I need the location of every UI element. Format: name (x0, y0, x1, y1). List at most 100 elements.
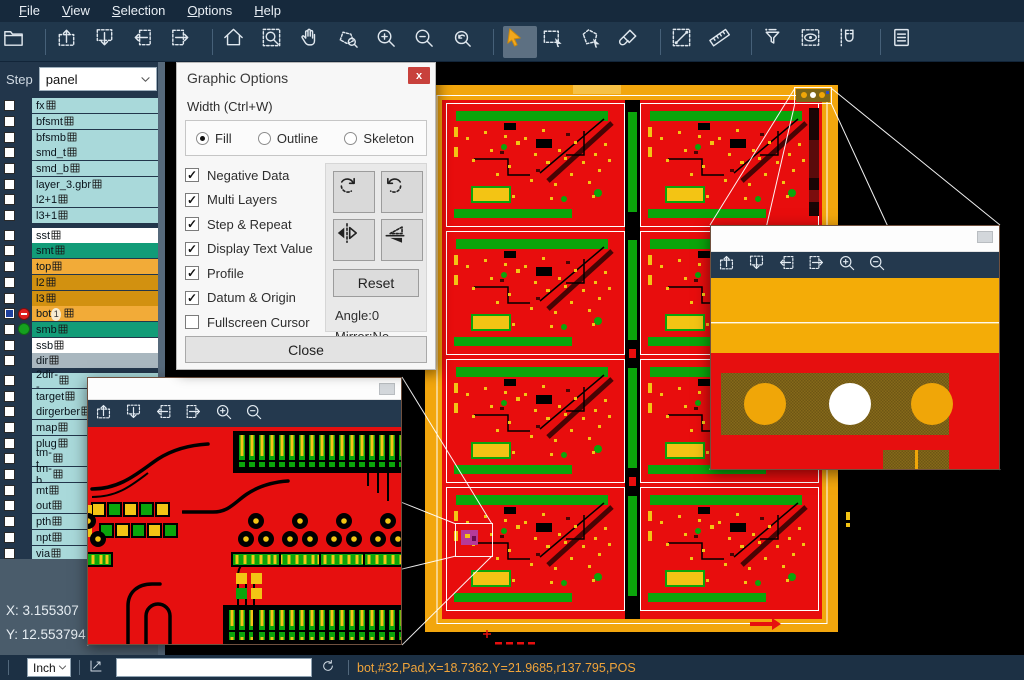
panel-down-button[interactable] (124, 402, 154, 426)
checkbox-option[interactable]: ✓ Negative Data (185, 163, 325, 188)
checkbox-option[interactable]: ✓ Step & Repeat (185, 212, 325, 237)
checkbox-box[interactable]: ✓ (185, 217, 199, 231)
layer-row[interactable]: ssb (0, 337, 165, 353)
layer-checkbox[interactable] (4, 355, 15, 366)
layer-label[interactable]: top (32, 259, 158, 274)
layer-checkbox[interactable] (4, 453, 15, 464)
layer-label[interactable]: dir (32, 353, 158, 368)
grid-icon[interactable] (45, 276, 156, 290)
checkbox-box[interactable]: ✓ (185, 242, 199, 256)
unit-select[interactable]: Inch (27, 658, 71, 677)
grid-icon[interactable] (57, 323, 156, 337)
menu-item[interactable]: View (51, 1, 101, 21)
command-input[interactable] (116, 658, 312, 677)
layer-row[interactable]: l3+1 (0, 208, 165, 224)
panel-right-button[interactable] (169, 26, 203, 58)
radio-option[interactable]: Fill (196, 131, 232, 146)
layer-checkbox[interactable] (4, 293, 15, 304)
layer-row[interactable]: smb (0, 322, 165, 338)
select-cursor-button[interactable] (503, 26, 537, 58)
select-polygon-button[interactable] (579, 26, 613, 58)
layer-checkbox[interactable] (4, 375, 15, 386)
grid-icon[interactable] (69, 162, 156, 176)
reset-button[interactable]: Reset (333, 269, 419, 297)
grid-icon[interactable] (45, 292, 156, 306)
layer-checkbox[interactable] (4, 340, 15, 351)
layer-checkbox[interactable] (4, 438, 15, 449)
grid-icon[interactable] (57, 209, 156, 223)
radio-circle[interactable] (258, 132, 271, 145)
layer-checkbox[interactable] (4, 324, 15, 335)
grid-icon[interactable] (66, 146, 156, 160)
layer-checkbox[interactable] (4, 485, 15, 496)
grid-icon[interactable] (51, 260, 156, 274)
mask-brush-button[interactable] (617, 26, 651, 58)
layer-checkbox[interactable] (4, 179, 15, 190)
radio-circle[interactable] (196, 132, 209, 145)
layer-label[interactable]: smb (32, 322, 158, 337)
layer-checkbox[interactable] (4, 308, 15, 319)
checkbox-box[interactable] (185, 315, 199, 329)
layer-checkbox[interactable] (4, 532, 15, 543)
zoom-popup-fiducial[interactable] (710, 225, 1000, 470)
zoom-out-button[interactable] (412, 26, 446, 58)
layer-checkbox[interactable] (4, 100, 15, 111)
ruler-button[interactable] (708, 26, 742, 58)
zoom-in-button[interactable] (214, 402, 244, 426)
panel-down-button[interactable] (93, 26, 127, 58)
checkbox-box[interactable]: ✓ (185, 266, 199, 280)
open-folder-button[interactable] (2, 26, 36, 58)
layer-checkbox[interactable] (4, 132, 15, 143)
grid-icon[interactable] (50, 229, 156, 243)
menu-item[interactable]: Options (176, 1, 243, 21)
layers-panel-button[interactable] (890, 26, 924, 58)
layer-label[interactable]: bfsmt (32, 114, 158, 129)
layer-checkbox[interactable] (4, 194, 15, 205)
home-view-button[interactable] (222, 26, 256, 58)
checkbox-box[interactable]: ✓ (185, 193, 199, 207)
layer-row[interactable]: bot1 (0, 306, 165, 322)
filter-button[interactable] (761, 26, 795, 58)
layer-label[interactable]: bot1 (32, 306, 158, 321)
step-select[interactable]: panel (39, 67, 157, 91)
panel-left-button[interactable] (131, 26, 165, 58)
sync-icon[interactable] (320, 658, 340, 678)
layer-label[interactable]: ssb (32, 338, 158, 353)
checkbox-box[interactable]: ✓ (185, 168, 199, 182)
layer-checkbox[interactable] (4, 210, 15, 221)
layer-checkbox[interactable] (4, 516, 15, 527)
zoom-popup-detail[interactable] (87, 377, 402, 645)
layer-row[interactable]: l3 (0, 290, 165, 306)
layer-checkbox[interactable] (4, 500, 15, 511)
layer-checkbox[interactable] (4, 391, 15, 402)
layer-row[interactable]: top (0, 259, 165, 275)
layer-checkbox[interactable] (4, 277, 15, 288)
zoom-in-button[interactable] (837, 253, 867, 277)
grid-icon[interactable] (91, 178, 156, 192)
mirror-horizontal-button[interactable] (333, 219, 375, 261)
menu-item[interactable]: Selection (101, 1, 176, 21)
layer-label[interactable]: smt (32, 243, 158, 258)
layer-row[interactable]: sst (0, 228, 165, 244)
snap-button[interactable] (837, 26, 871, 58)
layer-row[interactable]: smd_b (0, 161, 165, 177)
popup-title-bar[interactable] (711, 226, 999, 252)
layer-label[interactable]: sst (32, 228, 158, 243)
radio-circle[interactable] (344, 132, 357, 145)
mirror-vertical-button[interactable] (381, 219, 423, 261)
layer-label[interactable]: bfsmb (32, 130, 158, 145)
layer-label[interactable]: smd_b (32, 161, 158, 176)
grid-icon[interactable] (66, 131, 156, 145)
corner-angle-icon[interactable] (88, 658, 108, 678)
layer-row[interactable]: smt (0, 243, 165, 259)
menu-item[interactable]: File (8, 1, 51, 21)
layer-checkbox[interactable] (4, 406, 15, 417)
radio-option[interactable]: Outline (258, 131, 318, 146)
grid-icon[interactable] (45, 99, 156, 113)
grid-icon[interactable] (48, 354, 156, 368)
zoom-polygon-button[interactable] (336, 26, 370, 58)
panel-up-button[interactable] (55, 26, 89, 58)
panel-up-button[interactable] (94, 402, 124, 426)
view-options-button[interactable] (799, 26, 833, 58)
graphic-options-dialog[interactable]: Graphic Options x Width (Ctrl+W) Fill Ou… (176, 62, 436, 370)
